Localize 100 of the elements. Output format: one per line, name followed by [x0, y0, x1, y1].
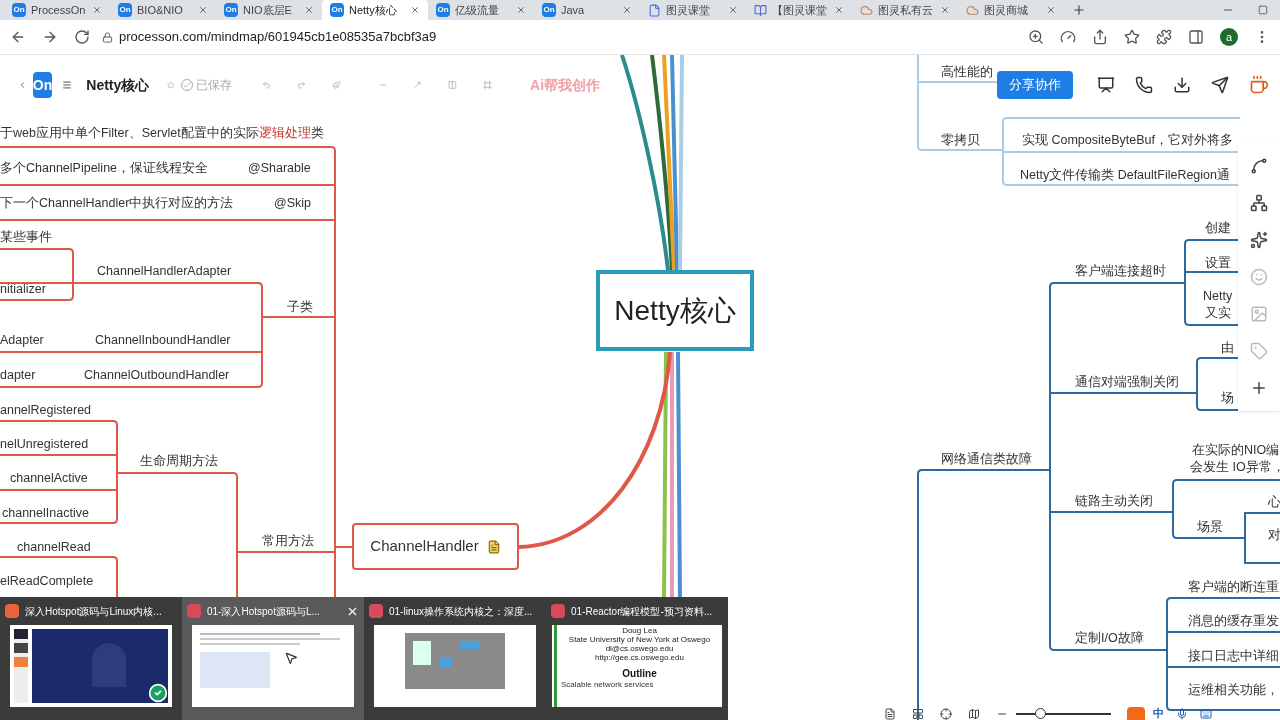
forward-icon[interactable] — [42, 29, 58, 45]
node-text: annelRegistered — [0, 402, 92, 418]
node-text: dapter — [0, 367, 36, 383]
close-icon[interactable] — [834, 5, 844, 15]
close-icon[interactable] — [304, 5, 314, 15]
node-text: 由 — [1221, 340, 1234, 356]
node-text: 会发生 IO异常， — [1190, 459, 1280, 475]
window-preview[interactable]: 01-Reactor编程模型-预习资料... Doug Lea State University of New York at Oswego dl@cs.oswego.edu http://gee.cs.oswego.edu Outline Scalable network services — [546, 597, 728, 720]
node-text: 链路主动关闭 — [1075, 493, 1153, 509]
browser-tab[interactable]: On Netty核心 — [322, 0, 428, 20]
input-mode-label[interactable]: 中 — [1153, 707, 1164, 720]
node-text: 消息的缓存重发 — [1188, 613, 1279, 629]
locate-icon[interactable] — [940, 707, 952, 720]
pdf-file-icon — [551, 604, 565, 618]
node-text: ChannelHandlerAdapter — [97, 263, 232, 279]
browser-tab[interactable]: 图灵课堂 — [640, 0, 746, 20]
document-title[interactable]: Netty核心 — [86, 74, 150, 96]
browser-tab[interactable]: 图灵私有云 — [852, 0, 958, 20]
node-text: 高性能的 — [941, 64, 993, 80]
structure-icon[interactable] — [1250, 193, 1268, 212]
close-icon[interactable] — [198, 5, 208, 15]
save-status: 已保存 — [181, 76, 233, 94]
gauge-icon[interactable] — [1060, 29, 1076, 45]
tab-logo-icon: On — [436, 3, 450, 17]
sparkle-icon[interactable] — [1250, 230, 1268, 249]
node-text: 通信对端强制关闭 — [1075, 374, 1179, 390]
lock-icon — [102, 31, 113, 43]
node-text: 生命周期方法 — [140, 453, 218, 469]
root-node[interactable]: Netty核心 — [596, 270, 754, 351]
connector-icon[interactable] — [1250, 156, 1268, 175]
slide-text: State University of New York at Oswego — [568, 635, 711, 644]
send-icon[interactable] — [1211, 76, 1229, 94]
phone-icon[interactable] — [1135, 76, 1153, 94]
reload-icon[interactable] — [74, 29, 90, 45]
microphone-icon[interactable] — [1176, 707, 1188, 720]
app-logo[interactable]: On — [32, 72, 53, 98]
maximize-icon[interactable] — [1258, 5, 1268, 15]
page-icon[interactable] — [884, 707, 896, 720]
close-icon[interactable] — [728, 5, 738, 15]
node-text: 客户端的断连重 — [1188, 579, 1279, 595]
node-text: 接口日志中详细 — [1188, 648, 1279, 664]
close-icon[interactable] — [940, 5, 950, 15]
browser-tab[interactable]: 图灵商城 — [958, 0, 1064, 20]
node-text: 对 — [1268, 527, 1280, 543]
check-icon — [148, 683, 168, 703]
share-button[interactable]: 分享协作 — [997, 71, 1073, 99]
close-icon[interactable] — [1046, 5, 1056, 15]
close-icon[interactable] — [92, 5, 102, 15]
browser-tab[interactable]: 【图灵课堂 — [746, 0, 852, 20]
browser-tab[interactable]: On ProcessOn — [4, 0, 110, 20]
note-icon[interactable] — [486, 539, 501, 554]
layout-icon[interactable] — [912, 707, 924, 720]
coffee-cup-icon[interactable] — [1249, 75, 1269, 95]
node-text: 场 — [1221, 390, 1234, 406]
share-icon[interactable] — [1092, 29, 1108, 45]
topic-node[interactable]: ChannelHandler — [352, 523, 519, 570]
node-text: @Sharable — [248, 160, 311, 176]
close-icon[interactable] — [410, 5, 420, 15]
tab-logo-icon: On — [330, 3, 344, 17]
browser-tab[interactable]: On NIO底层E — [216, 0, 322, 20]
browser-tab[interactable]: On 亿级流量 — [428, 0, 534, 20]
star-icon[interactable] — [167, 78, 176, 92]
new-tab-icon[interactable] — [1072, 3, 1086, 17]
node-text: @Skip — [274, 195, 311, 211]
node-text: Netty — [1203, 288, 1233, 304]
play-icon[interactable] — [1097, 76, 1115, 94]
zoom-icon[interactable] — [1028, 29, 1044, 45]
node-text: 定制I/O故障 — [1075, 630, 1144, 646]
close-icon[interactable] — [622, 5, 632, 15]
keyboard-icon[interactable] — [1200, 707, 1212, 720]
url-field[interactable]: processon.com/mindmap/601945cb1e08535a7bcbf3a9 — [102, 27, 437, 47]
back-icon[interactable] — [10, 29, 26, 45]
tab-logo-icon: On — [118, 3, 132, 17]
node-text: 常用方法 — [262, 533, 314, 549]
window-preview[interactable]: 01-深入Hotspot源码与L... — [182, 597, 364, 720]
node-text: 子类 — [287, 299, 313, 315]
browser-tab[interactable]: On BIO&NIO — [110, 0, 216, 20]
map-icon[interactable] — [968, 707, 980, 720]
node-text: 网络通信类故障 — [941, 451, 1032, 467]
sidebar-icon[interactable] — [1188, 29, 1204, 45]
bookmark-icon[interactable] — [1124, 29, 1140, 45]
node-text: ChannelInboundHandler — [95, 332, 231, 348]
input-method-logo[interactable] — [1127, 707, 1145, 720]
close-icon[interactable] — [516, 5, 526, 15]
profile-avatar[interactable]: a — [1220, 28, 1238, 46]
node-text: Netty文件传输类 DefaultFileRegion通 — [1020, 167, 1230, 183]
slides-file-icon — [5, 604, 19, 618]
slide-text: Scalable network services — [561, 680, 654, 690]
page-icon — [648, 3, 661, 17]
extensions-icon[interactable] — [1156, 29, 1172, 45]
node-text: 客户端连接超时 — [1075, 263, 1166, 279]
book-icon — [754, 3, 767, 17]
window-preview[interactable]: 01-linux操作系统内核之：深度... — [364, 597, 546, 720]
download-icon[interactable] — [1173, 76, 1191, 94]
node-text: 于web应用中单个Filter、Servlet配置中的实际逻辑处理类 — [0, 125, 324, 141]
window-preview[interactable]: 深入Hotspot源码与Linux内核... — [0, 597, 182, 720]
table-drawing — [200, 652, 270, 688]
node-text: Adapter — [0, 332, 44, 348]
browser-tab[interactable]: On Java — [534, 0, 640, 20]
cloud-icon — [860, 3, 873, 17]
